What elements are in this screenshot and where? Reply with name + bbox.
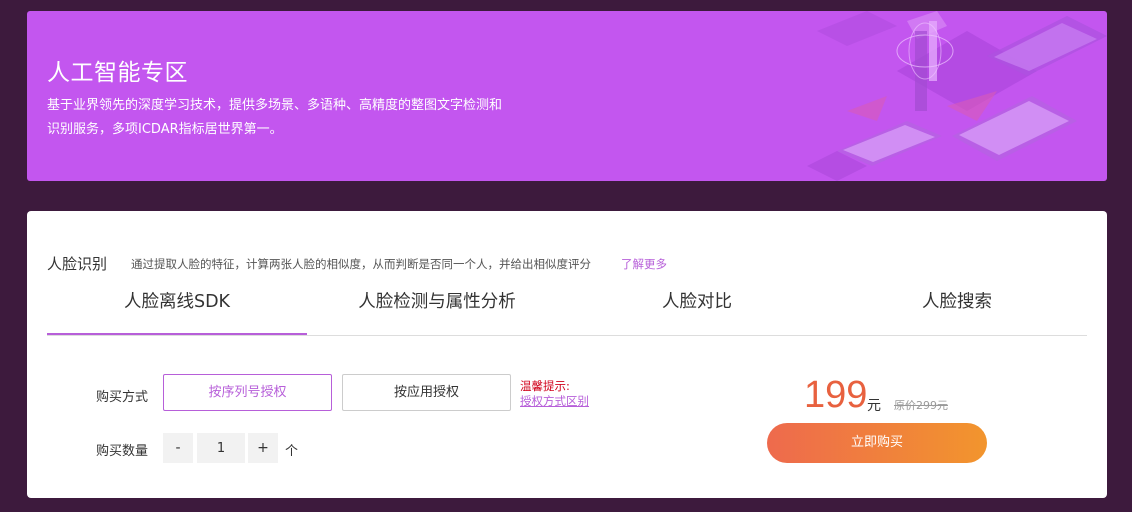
price-unit: 元	[867, 398, 881, 414]
original-price: 原价299元	[894, 399, 948, 412]
license-difference-link[interactable]: 授权方式区别	[520, 393, 589, 409]
tab-face-search[interactable]: 人脸搜索	[827, 281, 1087, 334]
isometric-devices-illustration	[807, 11, 1107, 181]
purchase-method-label: 购买方式	[96, 390, 149, 405]
hero-banner: 人工智能专区 基于业界领先的深度学习技术，提供多场景、多语种、高精度的整图文字检…	[27, 11, 1107, 181]
tab-face-offline-sdk[interactable]: 人脸离线SDK	[47, 281, 307, 335]
tab-face-compare[interactable]: 人脸对比	[567, 281, 827, 334]
quantity-decrement-button[interactable]: -	[163, 433, 193, 463]
section-description: 通过提取人脸的特征，计算两张人脸的相似度，从而判断是否同一个人，并给出相似度评分	[131, 257, 591, 271]
app-license-option[interactable]: 按应用授权	[342, 374, 511, 411]
banner-title: 人工智能专区	[47, 60, 188, 86]
banner-description: 基于业界领先的深度学习技术，提供多场景、多语种、高精度的整图文字检测和 识别服务…	[47, 94, 557, 142]
buy-now-button[interactable]: 立即购买	[767, 423, 987, 463]
tab-face-detect-attributes[interactable]: 人脸检测与属性分析	[307, 281, 567, 334]
learn-more-link[interactable]: 了解更多	[621, 256, 667, 272]
quantity-unit: 个	[285, 444, 299, 459]
quantity-input[interactable]	[197, 433, 245, 463]
section-heading: 人脸识别	[47, 255, 108, 273]
banner-desc-line1: 基于业界领先的深度学习技术，提供多场景、多语种、高精度的整图文字检测和	[47, 98, 503, 113]
serial-license-option[interactable]: 按序列号授权	[163, 374, 332, 411]
quantity-increment-button[interactable]: +	[248, 433, 278, 463]
tip-title: 温馨提示:	[520, 379, 570, 393]
product-card: 人脸识别 通过提取人脸的特征，计算两张人脸的相似度，从而判断是否同一个人，并给出…	[27, 211, 1107, 498]
product-tabs: 人脸离线SDK 人脸检测与属性分析 人脸对比 人脸搜索	[47, 281, 1087, 336]
quantity-label: 购买数量	[96, 444, 149, 459]
banner-desc-line2: 识别服务，多项ICDAR指标居世界第一。	[47, 122, 283, 137]
price-value: 199	[804, 374, 868, 416]
